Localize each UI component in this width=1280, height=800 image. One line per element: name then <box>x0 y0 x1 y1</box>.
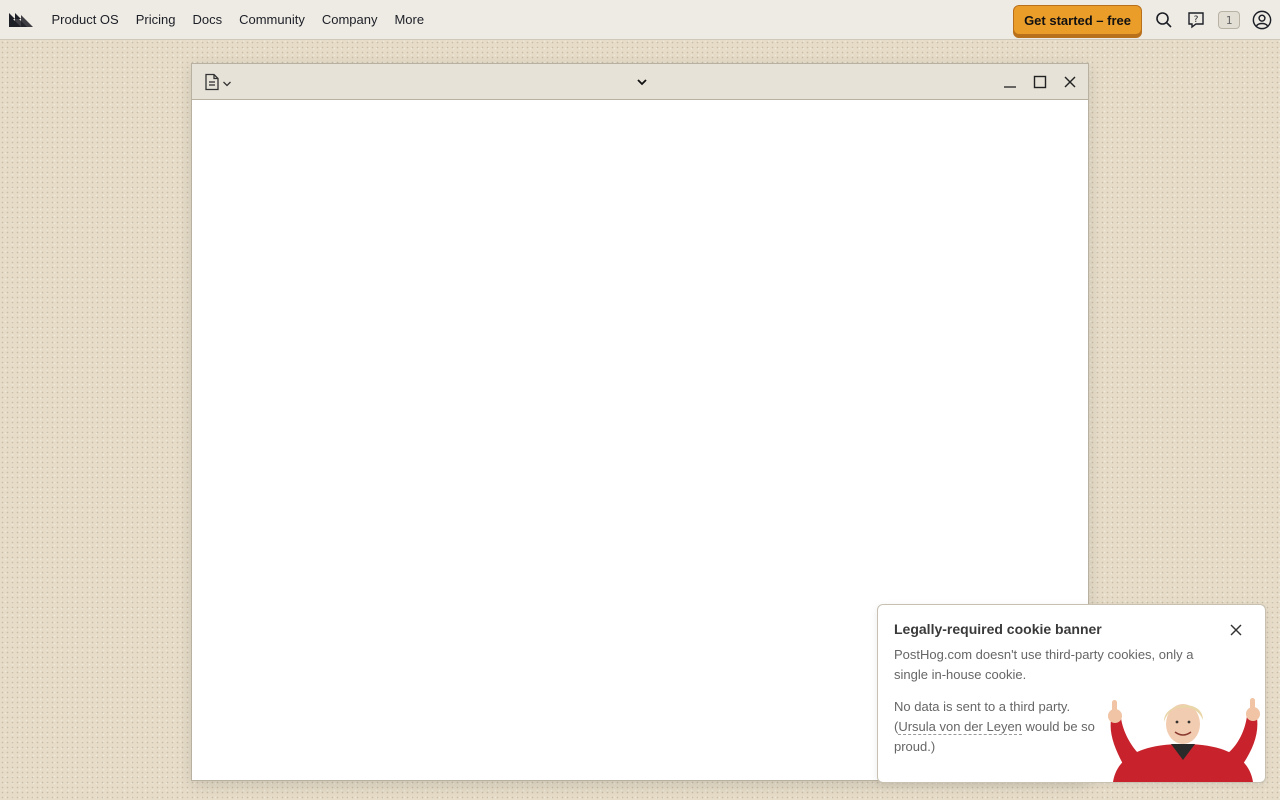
nav-company[interactable]: Company <box>313 0 386 40</box>
notification-count-badge[interactable]: 1 <box>1218 11 1240 29</box>
help-icon[interactable]: ? <box>1186 10 1206 30</box>
document-menu-button[interactable] <box>204 73 232 96</box>
close-icon[interactable] <box>1229 623 1245 639</box>
nav-docs[interactable]: Docs <box>184 0 231 40</box>
chevron-down-icon[interactable] <box>636 75 648 93</box>
get-started-button[interactable]: Get started – free <box>1013 5 1142 35</box>
close-icon[interactable] <box>1060 72 1080 92</box>
nav-product-os[interactable]: Product OS <box>43 0 127 40</box>
topbar-actions: Get started – free ? 1 <box>1013 0 1280 40</box>
document-icon <box>204 73 220 96</box>
window-titlebar[interactable] <box>192 64 1088 100</box>
nav-more[interactable]: More <box>386 0 433 40</box>
search-icon[interactable] <box>1154 10 1174 30</box>
minimize-icon[interactable] <box>1000 72 1020 92</box>
ursula-thumbs-up-illustration <box>1093 694 1265 782</box>
window-controls <box>1000 72 1080 92</box>
avatar-icon[interactable] <box>1252 10 1272 30</box>
posthog-logo-icon[interactable] <box>9 12 35 28</box>
svg-text:?: ? <box>1194 15 1199 25</box>
chevron-down-icon <box>222 76 232 94</box>
cookie-banner-title: Legally-required cookie banner <box>894 621 1102 637</box>
cookie-banner: Legally-required cookie banner PostHog.c… <box>877 604 1266 783</box>
nav-pricing[interactable]: Pricing <box>127 0 184 40</box>
maximize-icon[interactable] <box>1030 72 1050 92</box>
top-navigation-bar: Product OS Pricing Docs Community Compan… <box>0 0 1280 40</box>
cookie-banner-note: No data is sent to a third party. (Ursul… <box>894 697 1104 757</box>
nav-community[interactable]: Community <box>231 0 314 40</box>
cookie-banner-text: PostHog.com doesn't use third-party cook… <box>894 647 1194 682</box>
ursula-link[interactable]: Ursula von der Leyen <box>898 719 1022 735</box>
